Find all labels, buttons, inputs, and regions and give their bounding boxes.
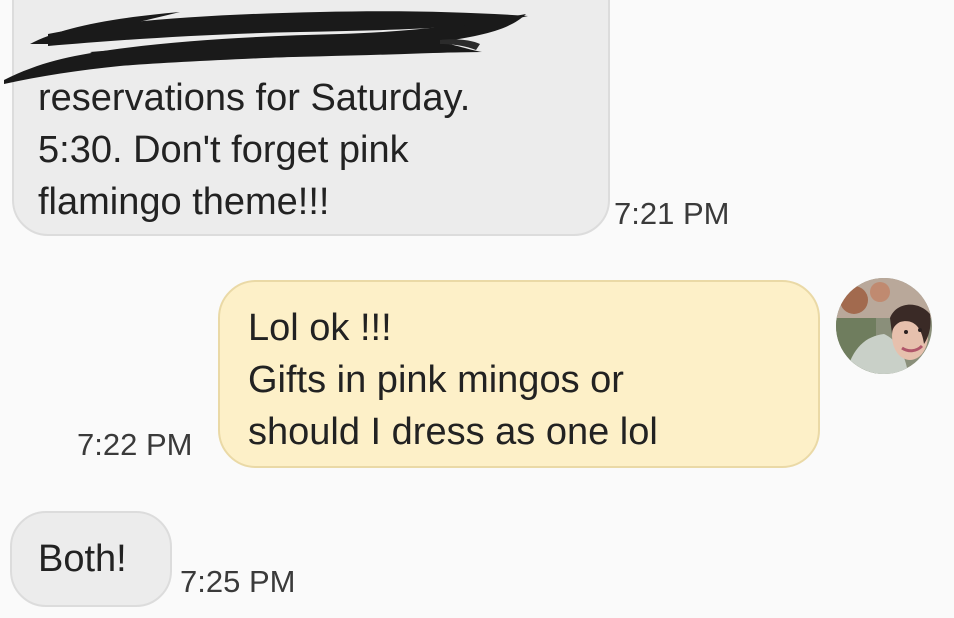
message-text-line: Both! <box>38 538 127 580</box>
outgoing-message-bubble[interactable]: Lol ok !!! Gifts in pink mingos or shoul… <box>218 280 820 468</box>
message-text-line: flamingo theme!!! <box>38 181 330 223</box>
contact-photo-icon <box>836 278 932 374</box>
contact-avatar[interactable] <box>836 278 932 374</box>
incoming-message-bubble[interactable]: Both! <box>10 511 172 607</box>
message-timestamp: 7:25 PM <box>180 564 296 599</box>
message-text-line: Lol ok !!! <box>248 307 392 349</box>
redaction-mark <box>4 11 528 84</box>
message-timestamp: 7:22 PM <box>77 427 193 462</box>
message-text-line: should I dress as one lol <box>248 411 658 453</box>
message-text-line: Gifts in pink mingos or <box>248 359 624 401</box>
message-text-line: 5:30. Don't forget pink <box>38 129 409 171</box>
message-timestamp: 7:21 PM <box>614 196 730 231</box>
